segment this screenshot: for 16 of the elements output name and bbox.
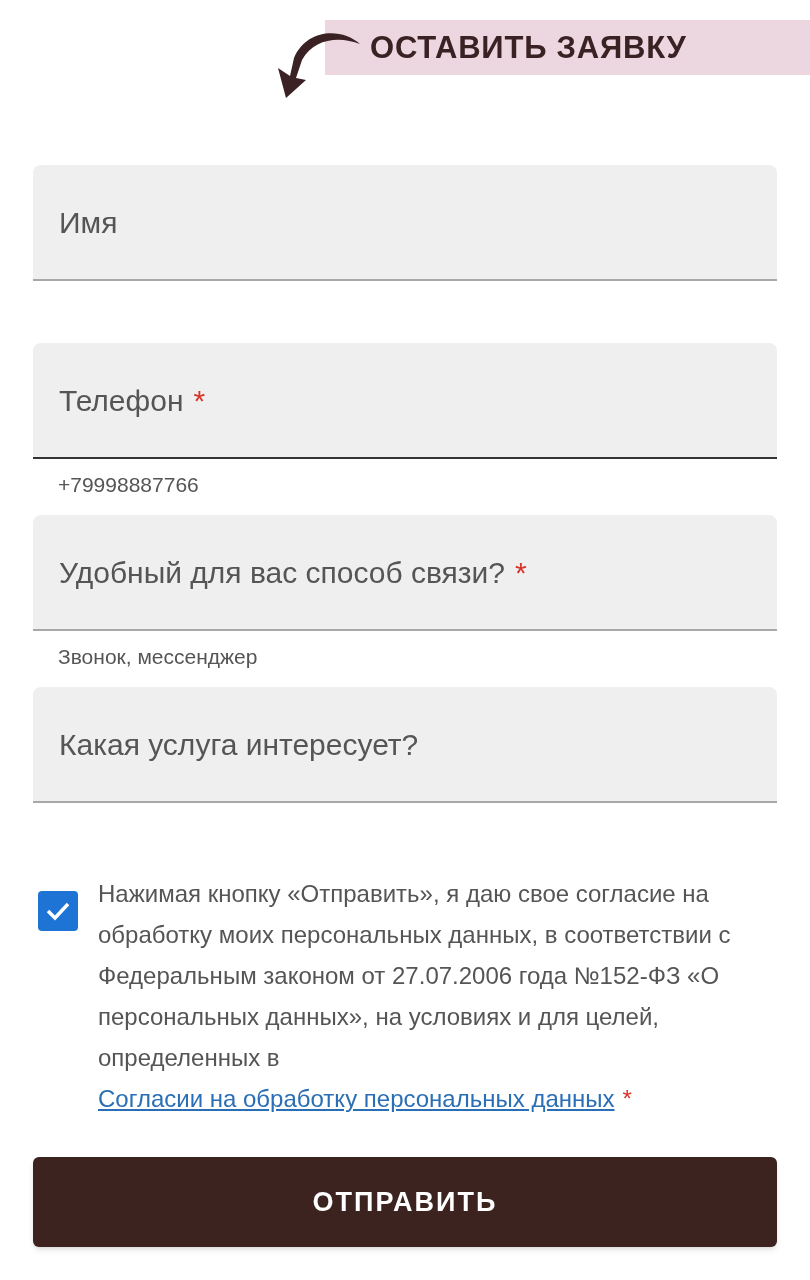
required-mark: * (193, 382, 206, 419)
field-label: Телефон (59, 382, 184, 419)
input-field[interactable]: Какая услуга интересует? (33, 687, 777, 803)
header-title: ОСТАВИТЬ ЗАЯВКУ (370, 29, 687, 67)
field-hint: Звонок, мессенджер (57, 644, 259, 670)
consent-checkbox[interactable] (38, 891, 78, 931)
field-label: Удобный для вас способ связи? (59, 554, 506, 591)
checkmark-icon (45, 901, 71, 921)
consent-text: Нажимая кнопку «Отправить», я даю свое согласие на обработку моих персональных данных, в соответствии с Федеральным законом от 27.07.2006 года №152-ФЗ «О персональных данных», на условиях и для целей, определенных в Согласии на обработку персональных данных * (98, 879, 732, 1114)
input-field[interactable]: Имя (33, 165, 777, 281)
required-mark: * (515, 554, 527, 591)
input-field[interactable]: Телефон * (33, 343, 777, 459)
field-hint: +79998887766 (57, 472, 200, 498)
submit-button[interactable]: ОТПРАВИТЬ (33, 1157, 777, 1247)
consent-link[interactable]: Согласии на обработку персональных данных (98, 1085, 615, 1112)
input-field[interactable]: Удобный для вас способ связи? * (33, 515, 777, 631)
